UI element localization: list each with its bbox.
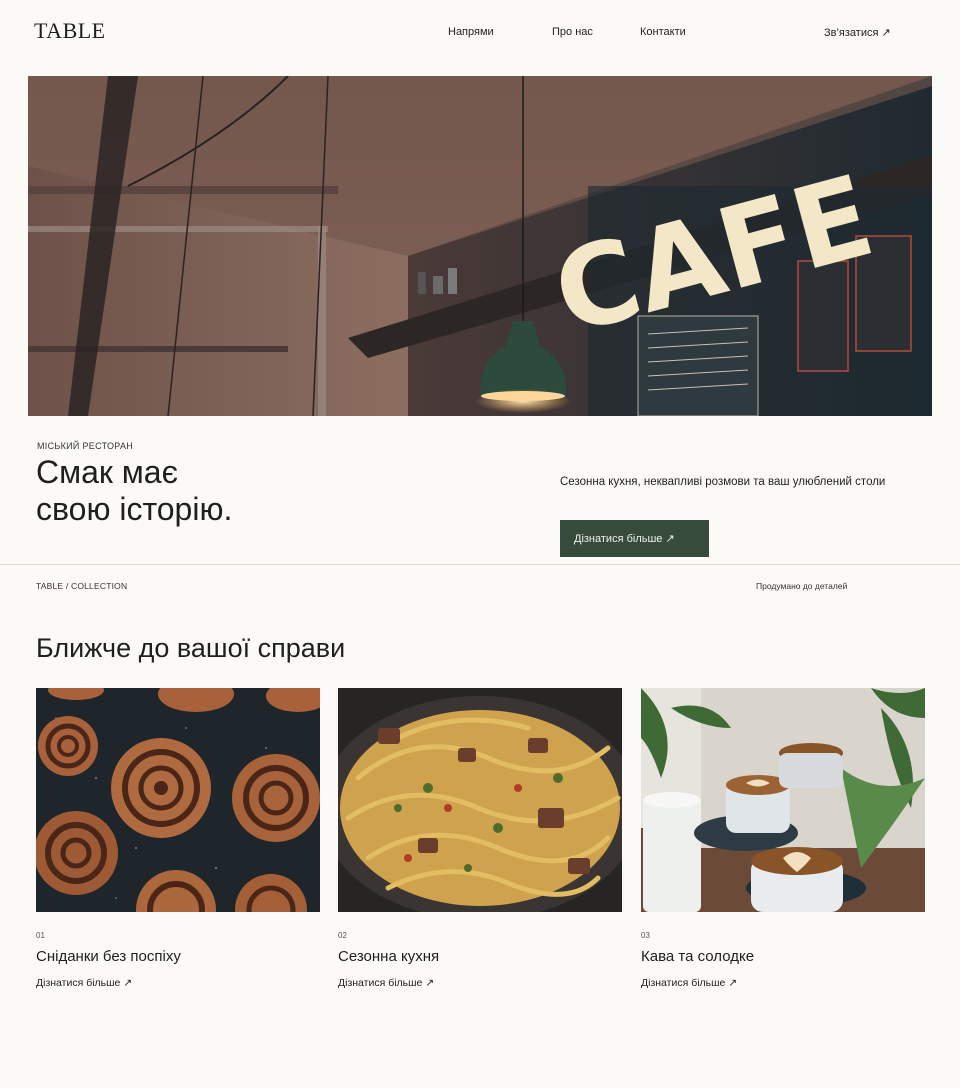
section-title: Ближче до вашої справи bbox=[36, 633, 346, 663]
site-logo[interactable]: TABLE bbox=[34, 18, 106, 44]
hero-tagline: Сезонна кухня, неквапливі розмови та ваш… bbox=[560, 476, 886, 488]
nav-link-about[interactable]: Про нас bbox=[552, 26, 593, 38]
headline-line-1: Смак має bbox=[36, 454, 178, 490]
card-seasonal[interactable]: 02 Сезонна кухня Дізнатися більше ↗ bbox=[338, 688, 622, 991]
coffee-image bbox=[641, 688, 925, 912]
section-divider bbox=[0, 564, 960, 565]
card-breakfast[interactable]: 01 Сніданки без поспіху Дізнатися більше… bbox=[36, 688, 320, 991]
card-learn-more-link[interactable]: Дізнатися більше ↗ bbox=[338, 977, 434, 989]
card-number: 03 bbox=[641, 931, 650, 940]
cafe-interior-illustration: CAFE bbox=[28, 76, 932, 416]
cinnamon-rolls-image bbox=[36, 688, 320, 912]
headline-line-2: свою історію. bbox=[36, 491, 233, 527]
card-title: Сезонна кухня bbox=[338, 948, 440, 965]
nav-link-directions[interactable]: Напрями bbox=[448, 26, 494, 38]
contact-link[interactable]: Зв’язатися ↗ bbox=[824, 26, 891, 39]
card-number: 01 bbox=[36, 931, 45, 940]
details-label: Продумано до деталей bbox=[756, 581, 848, 591]
nav-link-contacts[interactable]: Контакти bbox=[640, 26, 686, 38]
learn-more-button[interactable]: Дізнатися більше ↗ bbox=[560, 520, 709, 557]
hero-image: CAFE bbox=[28, 76, 932, 416]
card-title: Кава та солодке bbox=[641, 948, 755, 965]
pasta-image bbox=[338, 688, 622, 912]
card-number: 02 bbox=[338, 931, 347, 940]
hero-headline: Смак має свою історію. bbox=[36, 454, 456, 528]
card-learn-more-link[interactable]: Дізнатися більше ↗ bbox=[641, 977, 737, 989]
card-coffee[interactable]: 03 Кава та солодке Дізнатися більше ↗ bbox=[641, 688, 925, 991]
collection-label: TABLE / COLLECTION bbox=[36, 581, 128, 591]
card-learn-more-link[interactable]: Дізнатися більше ↗ bbox=[36, 977, 132, 989]
card-title: Сніданки без поспіху bbox=[36, 948, 181, 965]
hero-eyebrow: МІСЬКИЙ РЕСТОРАН bbox=[37, 441, 134, 451]
